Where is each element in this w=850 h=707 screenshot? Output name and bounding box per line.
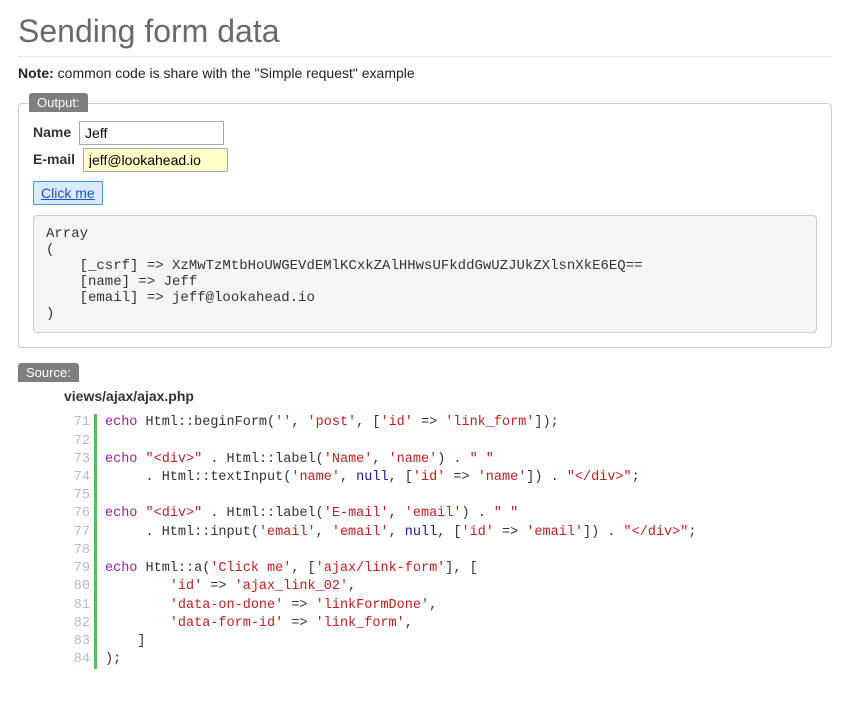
code-text: 'id' => 'ajax_link_02', [105, 578, 356, 596]
source-legend: Source: [18, 363, 79, 382]
line-number: 84 [64, 651, 90, 669]
line-number: 76 [64, 505, 90, 523]
code-text [105, 542, 113, 560]
code-line: 74 . Html::textInput('name', null, ['id'… [64, 469, 832, 487]
gutter-bar [94, 433, 97, 451]
click-me-button[interactable]: Click me [33, 181, 103, 205]
line-number: 82 [64, 615, 90, 633]
gutter-bar [94, 615, 97, 633]
code-line: 71 echo Html::beginForm('', 'post', ['id'… [64, 414, 832, 432]
gutter-bar [94, 560, 97, 578]
gutter-bar [94, 524, 97, 542]
source-panel: Source: views/ajax/ajax.php 71echo Html:… [18, 374, 832, 669]
code-text: echo "<div>" . Html::label('Name', 'name… [105, 451, 494, 469]
code-text [105, 433, 113, 451]
email-label: E-mail [33, 151, 75, 167]
code-text: echo Html::a('Click me', ['ajax/link-for… [105, 560, 478, 578]
line-number: 80 [64, 578, 90, 596]
code-line: 81 'data-on-done' => 'linkFormDone', [64, 597, 832, 615]
code-text: 'data-on-done' => 'linkFormDone', [105, 597, 437, 615]
code-line: 72 [64, 433, 832, 451]
note-label: Note: [18, 65, 54, 81]
email-input[interactable] [83, 148, 228, 172]
name-row: Name [33, 121, 817, 145]
code-line: 73 echo "<div>" . Html::label('Name', 'na… [64, 451, 832, 469]
gutter-bar [94, 578, 97, 596]
code-text: echo Html::beginForm('', 'post', ['id' =… [105, 414, 559, 432]
output-legend: Output: [29, 93, 88, 112]
gutter-bar [94, 505, 97, 523]
code-line: 80 'id' => 'ajax_link_02', [64, 578, 832, 596]
line-number: 81 [64, 597, 90, 615]
code-line: 75 [64, 487, 832, 505]
output-panel: Output: Name E-mail Click me Array ( [_c… [18, 103, 832, 348]
code-text [105, 487, 113, 505]
code-line: 77 . Html::input('email', 'email', null,… [64, 524, 832, 542]
line-number: 73 [64, 451, 90, 469]
line-number: 77 [64, 524, 90, 542]
code-text: 'data-form-id' => 'link_form', [105, 615, 413, 633]
line-number: 79 [64, 560, 90, 578]
page-title: Sending form data [18, 12, 832, 57]
gutter-bar [94, 597, 97, 615]
code-line: 83 ] [64, 633, 832, 651]
gutter-bar [94, 414, 97, 432]
gutter-bar [94, 633, 97, 651]
code-text: ); [105, 651, 121, 669]
gutter-bar [94, 487, 97, 505]
gutter-bar [94, 542, 97, 560]
code-line: 78 [64, 542, 832, 560]
code-text: . Html::textInput('name', null, ['id' =>… [105, 469, 640, 487]
name-input[interactable] [79, 121, 224, 145]
line-number: 83 [64, 633, 90, 651]
gutter-bar [94, 469, 97, 487]
code-text: echo "<div>" . Html::label('E-mail', 'em… [105, 505, 518, 523]
code-text: ] [105, 633, 146, 651]
email-row: E-mail [33, 148, 817, 172]
source-code: 71 echo Html::beginForm('', 'post', ['id'… [64, 414, 832, 669]
source-file-path: views/ajax/ajax.php [64, 388, 832, 404]
output-result: Array ( [_csrf] => XzMwTzMtbHoUWGEVdEMlK… [33, 215, 817, 333]
code-line: 76 echo "<div>" . Html::label('E-mail', '… [64, 505, 832, 523]
line-number: 71 [64, 414, 90, 432]
code-line: 79 echo Html::a('Click me', ['ajax/link-f… [64, 560, 832, 578]
line-number: 74 [64, 469, 90, 487]
note-text: common code is share with the "Simple re… [54, 65, 415, 81]
code-text: . Html::input('email', 'email', null, ['… [105, 524, 696, 542]
line-number: 78 [64, 542, 90, 560]
code-line: 84); [64, 651, 832, 669]
note-line: Note: common code is share with the "Sim… [18, 65, 832, 81]
gutter-bar [94, 651, 97, 669]
line-number: 72 [64, 433, 90, 451]
gutter-bar [94, 451, 97, 469]
line-number: 75 [64, 487, 90, 505]
name-label: Name [33, 124, 71, 140]
code-line: 82 'data-form-id' => 'link_form', [64, 615, 832, 633]
